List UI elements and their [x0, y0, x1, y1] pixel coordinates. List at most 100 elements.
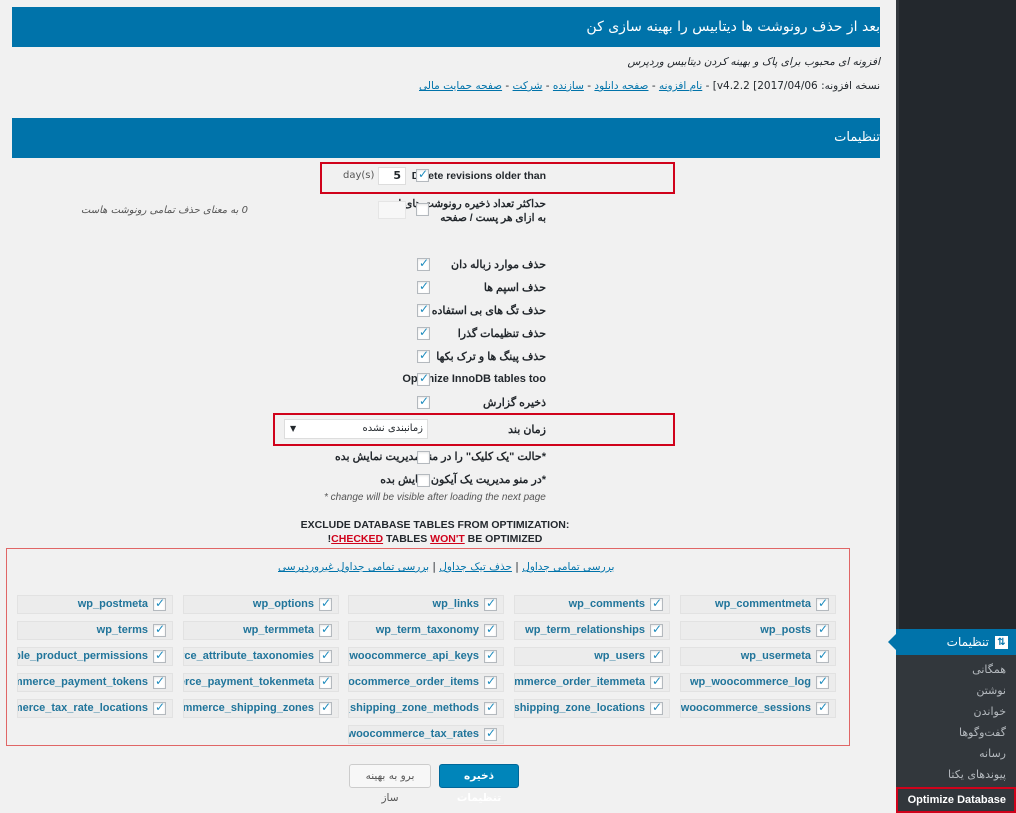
- table-checkbox[interactable]: [484, 596, 497, 611]
- table-checkbox[interactable]: [650, 596, 663, 611]
- table-item[interactable]: wp_woocommerce_attribute_taxonomies: [183, 647, 339, 666]
- table-item[interactable]: wp_woocommerce_sessions: [680, 699, 836, 718]
- page-title-text: بعد از حذف رونوشت ها دیتابیس را بهینه سا…: [586, 19, 880, 35]
- table-checkbox[interactable]: [319, 648, 332, 663]
- table-name: wp_woocommerce_order_itemmeta: [514, 676, 645, 688]
- table-checkbox[interactable]: [319, 596, 332, 611]
- link-download-page[interactable]: صفحه دانلود: [594, 80, 648, 92]
- table-checkbox[interactable]: [153, 648, 166, 663]
- table-name: wp_woocommerce_payment_tokens: [18, 676, 148, 688]
- table-checkbox[interactable]: [650, 622, 663, 637]
- page-title: بعد از حذف رونوشت ها دیتابیس را بهینه سا…: [12, 7, 880, 47]
- submenu-permalinks[interactable]: پیوندهای یکتا: [896, 764, 1016, 785]
- version-text: نسخه افزونه: 2017/04/06] v4.2.2] -: [702, 80, 880, 92]
- table-item[interactable]: wp_woocommerce_payment_tokenmeta: [183, 673, 339, 692]
- table-checkbox[interactable]: [153, 622, 166, 637]
- table-checkbox[interactable]: [650, 648, 663, 663]
- max-revisions-checkbox[interactable]: [416, 203, 429, 216]
- table-checkbox[interactable]: [319, 622, 332, 637]
- submenu-writing[interactable]: نوشتن: [896, 680, 1016, 701]
- table-item[interactable]: wp_links: [348, 595, 504, 614]
- table-item[interactable]: wp_woocommerce_api_keys: [348, 647, 504, 666]
- table-checkbox[interactable]: [153, 674, 166, 689]
- submenu-discussion[interactable]: گفت‌وگوها: [896, 722, 1016, 743]
- table-checkbox[interactable]: [153, 700, 166, 715]
- table-item[interactable]: wp_commentmeta: [680, 595, 836, 614]
- table-item[interactable]: wp_woocommerce_shipping_zone_locations: [514, 699, 670, 718]
- submenu-reading[interactable]: خواندن: [896, 701, 1016, 722]
- table-checkbox[interactable]: [816, 622, 829, 637]
- table-name: wp_term_relationships: [525, 624, 645, 636]
- table-item[interactable]: wp_woocommerce_payment_tokens: [17, 673, 173, 692]
- table-item[interactable]: wp_posts: [680, 621, 836, 640]
- table-item[interactable]: wp_postmeta: [17, 595, 173, 614]
- option-delete-transients-checkbox[interactable]: [417, 325, 430, 340]
- table-item[interactable]: wp_terms: [17, 621, 173, 640]
- table-item[interactable]: wp_woocommerce_tax_rate_locations: [17, 699, 173, 718]
- table-checkbox[interactable]: [484, 674, 497, 689]
- sidebar-item-settings[interactable]: ⇅ تنظیمات: [888, 629, 1016, 655]
- option-delete-pingbacks-checkbox[interactable]: [417, 348, 430, 363]
- table-checkbox[interactable]: [484, 648, 497, 663]
- link-donate[interactable]: صفحه حمایت مالی: [419, 80, 502, 92]
- check-non-wp-tables-link[interactable]: بررسی تمامی جداول غیروردپرسی: [278, 561, 429, 573]
- table-item[interactable]: wp_woocommerce_log: [680, 673, 836, 692]
- scheduler-select[interactable]: زمانبندی نشده ▼: [284, 419, 428, 439]
- version-line: نسخه افزونه: 2017/04/06] v4.2.2] - نام ا…: [419, 80, 880, 92]
- table-item[interactable]: wp_termmeta: [183, 621, 339, 640]
- table-checkbox[interactable]: [650, 700, 663, 715]
- save-settings-button[interactable]: ذخیره تنظیمات: [439, 764, 519, 804]
- one-click-checkbox[interactable]: [417, 451, 430, 464]
- table-name: wp_woocommerce_shipping_zones: [183, 702, 314, 714]
- check-all-tables-link[interactable]: بررسی تمامی جداول: [522, 561, 614, 573]
- table-item[interactable]: wp_options: [183, 595, 339, 614]
- submenu-general[interactable]: همگانی: [896, 659, 1016, 680]
- option-delete-spam-label: حذف اسپم ها: [483, 282, 546, 294]
- option-keep-log-checkbox[interactable]: [417, 394, 430, 409]
- link-company[interactable]: شرکت: [513, 80, 543, 92]
- table-item[interactable]: wp_woocommerce_shipping_zones: [183, 699, 339, 718]
- table-item[interactable]: wp_woocommerce_order_items: [348, 673, 504, 692]
- submenu-media[interactable]: رسانه: [896, 743, 1016, 764]
- warning-suffix: BE OPTIMIZED: [464, 533, 543, 545]
- table-checkbox[interactable]: [650, 674, 663, 689]
- delete-revisions-checkbox[interactable]: [416, 167, 429, 182]
- table-item[interactable]: wp_woocommerce_tax_rates: [348, 725, 504, 744]
- option-delete-unused-tags-checkbox[interactable]: [417, 302, 430, 317]
- plugin-subtitle: افزونه ای محبوب برای پاک و بهینه کردن دی…: [627, 56, 880, 68]
- table-item[interactable]: wp_term_taxonomy: [348, 621, 504, 640]
- table-checkbox[interactable]: [816, 648, 829, 663]
- table-name: wp_woocommerce_shipping_zone_methods: [349, 702, 479, 714]
- go-to-optimizer-button[interactable]: برو به بهینه ساز: [349, 764, 431, 804]
- table-item[interactable]: wp_woocommerce_order_itemmeta: [514, 673, 670, 692]
- table-item[interactable]: wp_woocommerce_shipping_zone_methods: [348, 699, 504, 718]
- option-delete-trash-checkbox[interactable]: [417, 256, 430, 271]
- table-checkbox[interactable]: [816, 596, 829, 611]
- table-checkbox[interactable]: [484, 700, 497, 715]
- table-checkbox[interactable]: [484, 622, 497, 637]
- option-delete-spam-checkbox[interactable]: [417, 279, 430, 294]
- admin-icon-checkbox[interactable]: [417, 474, 430, 487]
- option-delete-pingbacks-label: حذف پینگ ها و ترک بکها: [436, 351, 546, 363]
- table-name: wp_commentmeta: [715, 598, 811, 610]
- table-item[interactable]: wp_comments: [514, 595, 670, 614]
- table-name: wp_woocommerce_tax_rates: [348, 728, 479, 740]
- max-revisions-input[interactable]: [378, 201, 406, 219]
- table-checkbox[interactable]: [816, 700, 829, 715]
- delete-revisions-days-input[interactable]: 5: [378, 167, 406, 185]
- table-item[interactable]: wp_usermeta: [680, 647, 836, 666]
- table-item[interactable]: wp_users: [514, 647, 670, 666]
- table-checkbox[interactable]: [319, 674, 332, 689]
- uncheck-tables-link[interactable]: حذف تیک جداول: [439, 561, 512, 573]
- table-checkbox[interactable]: [319, 700, 332, 715]
- table-item[interactable]: wp_term_relationships: [514, 621, 670, 640]
- table-checkbox[interactable]: [816, 674, 829, 689]
- table-item[interactable]: wp_woocommerce_downloadable_product_perm…: [17, 647, 173, 666]
- table-name: wp_options: [252, 598, 314, 610]
- link-plugin-name[interactable]: نام افزونه: [659, 80, 702, 92]
- table-checkbox[interactable]: [484, 726, 497, 741]
- table-checkbox[interactable]: [153, 596, 166, 611]
- option-optimize-innodb-checkbox[interactable]: [417, 371, 430, 386]
- submenu-optimize-database[interactable]: Optimize Database: [896, 787, 1016, 813]
- link-author[interactable]: سازنده: [553, 80, 584, 92]
